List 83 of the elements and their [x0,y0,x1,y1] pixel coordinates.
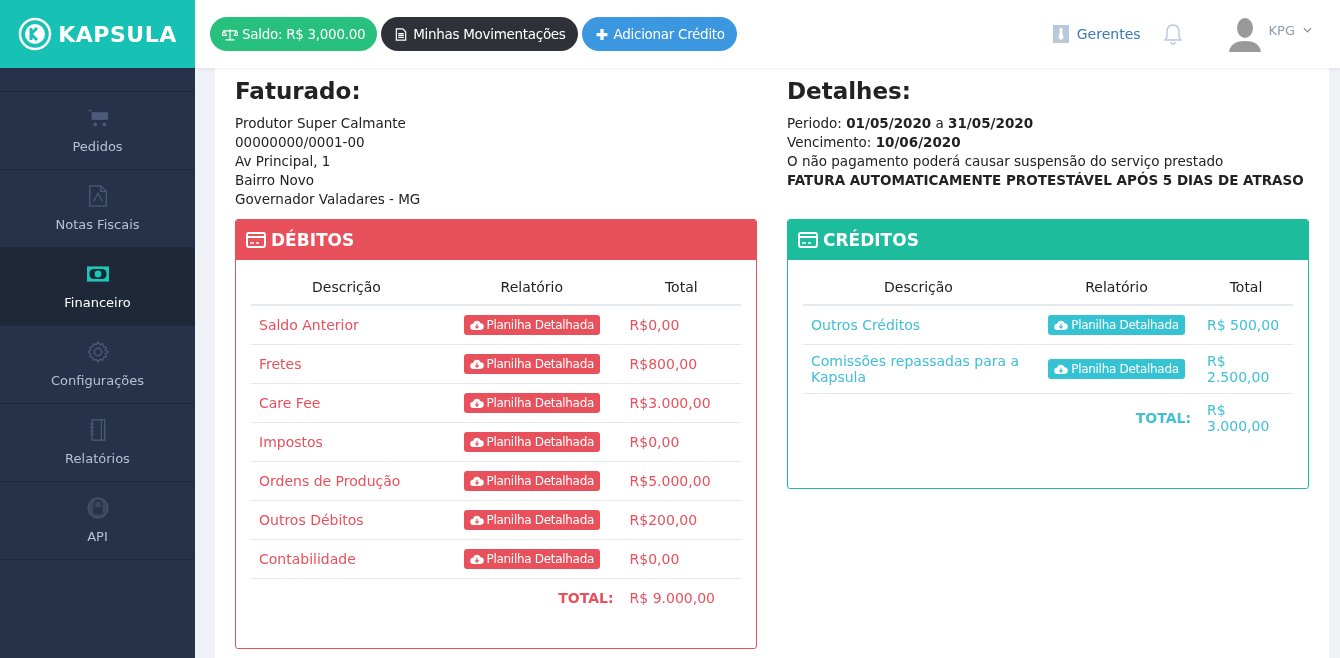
column-header: Relatório [442,270,622,305]
download-button[interactable]: Planilha Detalhada [463,315,601,335]
logo-mark-icon [18,17,53,51]
table-cell: R$3.000,00 [621,383,741,423]
table-cell: R$5.000,00 [621,461,741,501]
total-label: TOTAL: [1034,393,1199,442]
table-cell: R$0,00 [621,422,741,462]
details-title: Detalhes: [787,78,912,104]
detail-line: O não pagamento poderá causar suspensão do serviço prestado [787,152,1225,171]
table-cell: R$ 2.500,00 [1199,344,1293,394]
table-cell: Outros Débitos [251,500,442,540]
add-button[interactable]: Adicionar Crédito [581,17,737,51]
settings-icon [86,341,109,363]
cloud-download-icon [469,358,484,370]
column-header: Total [621,270,741,305]
sidebar-item[interactable]: Configurações [0,326,195,404]
cloud-download-icon [469,514,484,526]
total-value: R$ 9.000,00 [621,578,741,617]
detail-line: Periodo: 01/05/2020 a 31/05/2020 [787,114,1035,133]
address-line: Av Principal, 1 [235,152,332,171]
address-line: 00000000/0001-00 [235,133,366,152]
brand-name: KAPSULA [58,21,177,47]
address-line: Produtor Super Calmante [235,114,407,133]
download-button[interactable]: Planilha Detalhada [463,354,601,374]
table-cell: Impostos [251,422,442,462]
panel-title: CRÉDITOS [823,230,919,250]
panel-title: DÉBITOS [271,230,355,250]
sidebar-item[interactable]: Relatórios [0,404,195,482]
cloud-download-icon [469,319,484,331]
cloud-download-icon [469,553,484,565]
download-button[interactable]: Planilha Detalhada [463,471,601,491]
user-menu[interactable]: KPG [1228,16,1312,52]
cart-icon [86,107,109,129]
table-cell: Ordens de Produção [251,461,442,501]
address-line: Governador Valadares - MG [235,190,422,209]
total-value: R$ 3.000,00 [1199,393,1293,442]
scale-icon [222,27,238,41]
table-cell: R$0,00 [621,539,741,579]
cloud-download-icon [469,397,484,409]
download-button[interactable]: Planilha Detalhada [1048,315,1185,335]
column-header: Descrição [803,270,1034,305]
billed-title: Faturado: [235,78,362,104]
table-cell: R$200,00 [621,500,741,540]
pdf-file-icon [86,185,109,207]
tie-icon [1052,25,1069,43]
detail-line: FATURA AUTOMATICAMENTE PROTESTÁVEL APÓS 5 DIAS DE ATRASO [787,171,1305,190]
balance-button[interactable]: Saldo: R$ 3,000.00 [210,17,378,51]
cloud-download-icon [469,475,484,487]
column-header: Descrição [251,270,442,305]
banknote-icon [86,263,109,285]
table-cell: Saldo Anterior [251,305,442,345]
sidebar-item[interactable]: Pedidos [0,92,195,170]
table-cell: Fretes [251,344,442,384]
table-cell: Comissões repassadas para a Kapsula [803,344,1034,394]
sidebar-item[interactable]: API [0,482,195,560]
cloud-download-icon [469,436,484,448]
credit-card-icon [246,232,266,248]
avatar-icon [1228,16,1261,52]
table-cell: Contabilidade [251,539,442,579]
table-cell: Care Fee [251,383,442,423]
table-cell: R$800,00 [621,344,741,384]
notification-bell-icon[interactable] [1162,23,1183,45]
table-cell: Outros Créditos [803,305,1034,345]
column-header: Total [1199,270,1293,305]
table-cell: R$0,00 [621,305,741,345]
sidebar-item[interactable]: Financeiro [0,248,195,326]
detail-line: Vencimento: 10/06/2020 [787,133,962,152]
lock-icon [86,497,109,519]
managers-link[interactable]: Gerentes [1052,25,1141,43]
download-button[interactable]: Planilha Detalhada [463,549,601,569]
cloud-download-icon [1054,319,1069,331]
caret-icon [1303,27,1312,33]
cloud-download-icon [1054,363,1069,375]
total-label: TOTAL: [442,578,622,617]
credit-card-icon [798,232,818,248]
download-button[interactable]: Planilha Detalhada [463,510,601,530]
download-button[interactable]: Planilha Detalhada [1048,359,1185,379]
table-cell: R$ 500,00 [1199,305,1293,345]
address-line: Bairro Novo [235,171,315,190]
statement-button[interactable]: Minhas Movimentações [381,17,578,51]
download-button[interactable]: Planilha Detalhada [463,393,601,413]
column-header: Relatório [1034,270,1199,305]
download-button[interactable]: Planilha Detalhada [463,432,601,452]
